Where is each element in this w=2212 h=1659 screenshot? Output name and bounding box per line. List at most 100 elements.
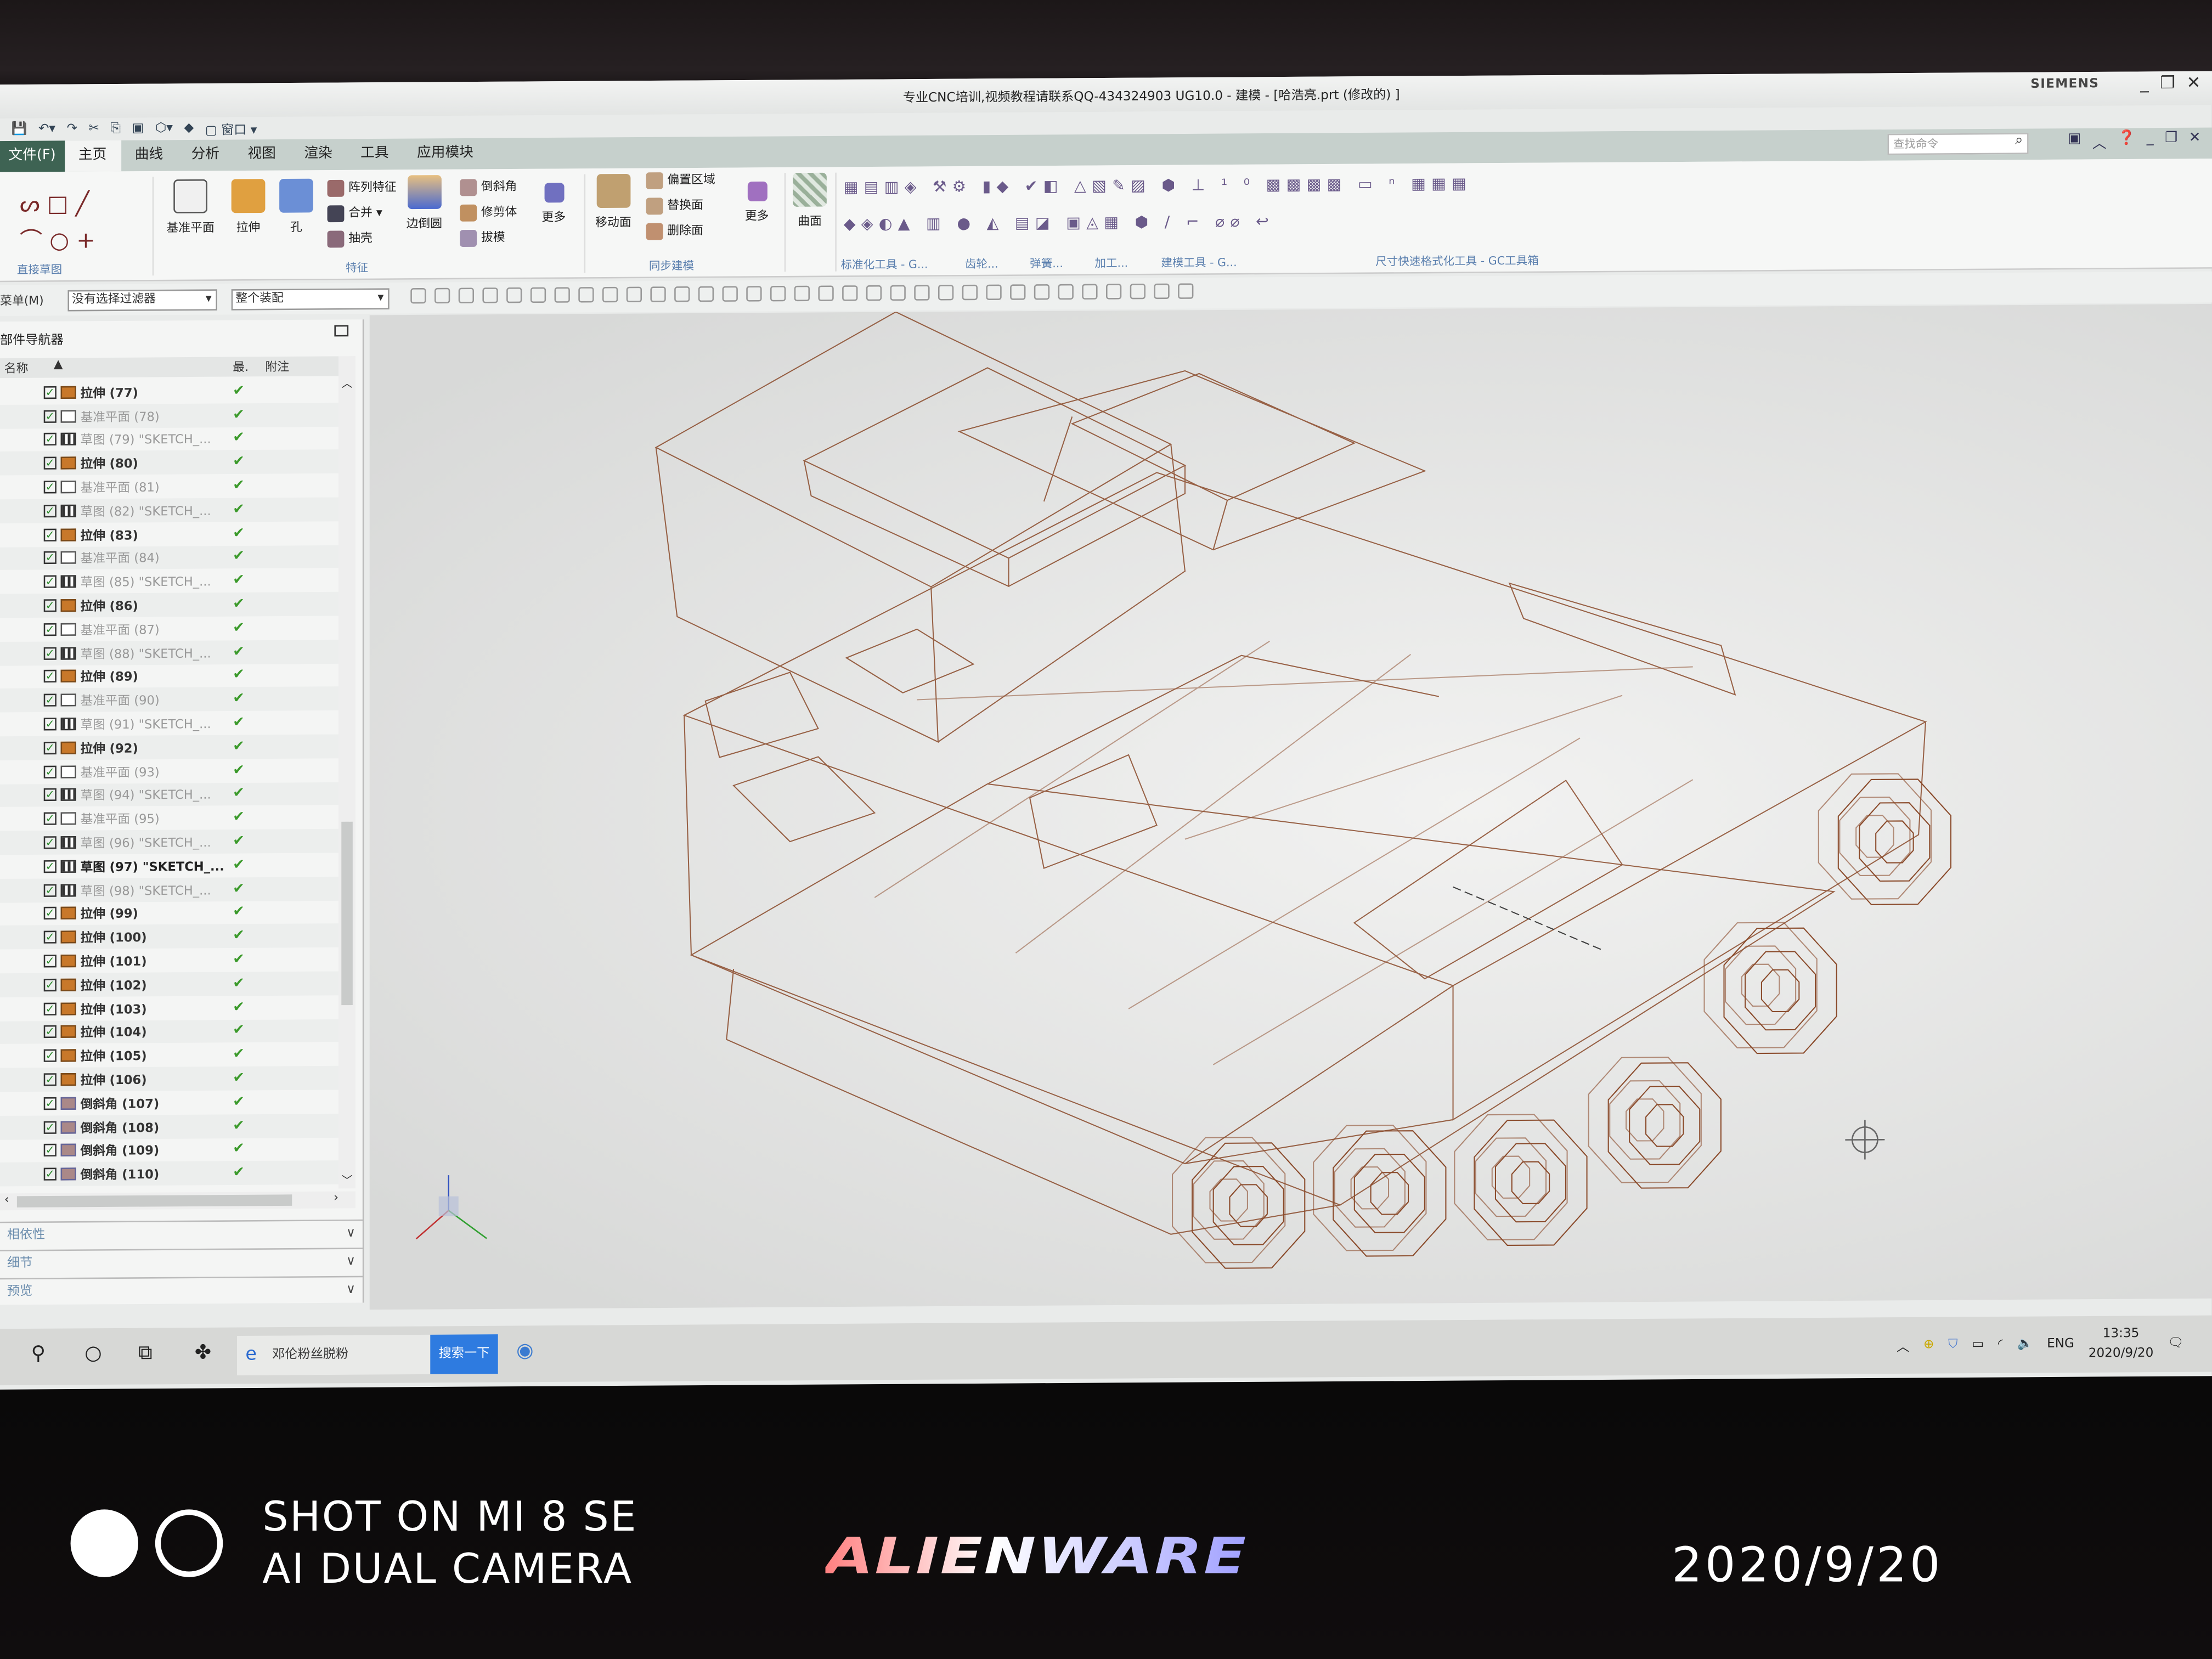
tree-node-sketch[interactable]: ✓ 草图 (88) "SKETCH_... ✔	[0, 639, 339, 665]
shell-button[interactable]: 抽壳	[327, 226, 397, 252]
tree-node-datum[interactable]: ✓ 基准平面 (93) ✔	[0, 758, 338, 784]
tree-node-datum[interactable]: ✓ 基准平面 (81) ✔	[0, 473, 338, 499]
visibility-checkbox[interactable]: ✓	[43, 1167, 57, 1181]
visibility-checkbox[interactable]: ✓	[43, 741, 57, 754]
tab-tools[interactable]: 工具	[346, 139, 403, 170]
tree-node-extrude[interactable]: ✓ 拉伸 (99) ✔	[0, 900, 338, 926]
tab-view[interactable]: 视图	[234, 139, 290, 171]
clock[interactable]: 13:35 2020/9/20	[2089, 1324, 2154, 1364]
visibility-checkbox[interactable]: ✓	[43, 481, 57, 494]
tab-curve[interactable]: 曲线	[121, 140, 177, 171]
visibility-checkbox[interactable]: ✓	[43, 1144, 57, 1158]
paste-icon[interactable]: ▣	[132, 122, 144, 136]
tree-node-datum[interactable]: ✓ 基准平面 (90) ✔	[0, 686, 339, 713]
visibility-checkbox[interactable]: ✓	[43, 1049, 57, 1063]
tree-node-extrude[interactable]: ✓ 拉伸 (86) ✔	[0, 592, 339, 618]
tree-node-chamfer[interactable]: ✓ 倒斜角 (107) ✔	[0, 1090, 338, 1115]
tab-applications[interactable]: 应用模块	[403, 138, 487, 170]
panel-preview[interactable]: 预览 ∨	[0, 1276, 364, 1304]
selection-filter-dropdown[interactable]: 没有选择过滤器	[67, 289, 217, 311]
delete-face-button[interactable]: 删除面	[646, 218, 715, 244]
tree-node-chamfer[interactable]: ✓ 倒斜角 (108) ✔	[0, 1113, 339, 1139]
rectangle-icon[interactable]: □	[47, 190, 69, 217]
tree-node-extrude[interactable]: ✓ 拉伸 (105) ✔	[0, 1042, 338, 1068]
tree-node-extrude[interactable]: ✓ 拉伸 (103) ✔	[0, 995, 338, 1020]
panel-details[interactable]: 细节 ∨	[0, 1248, 364, 1276]
show-hidden-icons[interactable]: ︿	[1897, 1336, 1909, 1355]
tree-node-sketch[interactable]: ✓ 草图 (96) "SKETCH_... ✔	[0, 829, 339, 855]
save-icon[interactable]: 💾	[12, 122, 27, 137]
visibility-checkbox[interactable]: ✓	[43, 883, 57, 896]
tab-render[interactable]: 渲染	[290, 139, 347, 170]
browser-app-icon[interactable]: ◉	[516, 1340, 533, 1362]
column-uptodate[interactable]: 最.	[233, 358, 249, 375]
shield-icon[interactable]: ⛉	[1948, 1338, 1957, 1352]
visibility-checkbox[interactable]: ✓	[43, 551, 57, 565]
graphics-viewport[interactable]	[369, 303, 2212, 1310]
more-features-button[interactable]: 更多	[541, 183, 566, 225]
visibility-checkbox[interactable]: ✓	[43, 931, 57, 944]
chamfer-button[interactable]: 倒斜角	[460, 174, 517, 200]
touch-mode-icon[interactable]: ◆	[184, 122, 194, 136]
hscroll-thumb[interactable]	[16, 1194, 292, 1207]
visibility-checkbox[interactable]: ✓	[43, 1097, 57, 1110]
tree-node-extrude[interactable]: ✓ 拉伸 (83) ✔	[0, 521, 338, 547]
minimize-doc-button[interactable]: _	[2147, 131, 2154, 152]
tree-node-sketch[interactable]: ✓ 草图 (82) "SKETCH_... ✔	[0, 497, 339, 523]
security-app-icon[interactable]: ⊕	[1923, 1338, 1934, 1352]
visibility-checkbox[interactable]: ✓	[43, 694, 57, 707]
redo-icon[interactable]: ↷	[67, 122, 77, 137]
cut-icon[interactable]: ✂	[89, 122, 99, 137]
tree-node-extrude[interactable]: ✓ 拉伸 (100) ✔	[0, 923, 339, 950]
visibility-checkbox[interactable]: ✓	[43, 788, 57, 802]
visibility-checkbox[interactable]: ✓	[43, 860, 57, 873]
vertical-scrollbar[interactable]: ︿ ﹀	[338, 356, 356, 1189]
layout-icon[interactable]: ▣	[2068, 131, 2081, 153]
command-search-input[interactable]: 查找命令	[1887, 133, 2029, 155]
surface-button[interactable]: 曲面	[793, 172, 827, 229]
tree-node-datum[interactable]: ✓ 基准平面 (78) ✔	[0, 402, 339, 428]
gc-toolkit-icons[interactable]: ▦▤▥◈ ⚒⚙ ▮◆ ✔◧ △▧✎▨ ⬢ ⊥ ¹ ⁰ ▩▩▩▩ ▭ ⁿ ▦▦▦ ◆…	[844, 166, 1472, 243]
maximize-icon[interactable]	[334, 325, 349, 337]
tree-node-sketch[interactable]: ✓ 草图 (85) "SKETCH_... ✔	[0, 568, 338, 594]
visibility-checkbox[interactable]: ✓	[43, 504, 57, 517]
visibility-checkbox[interactable]: ✓	[43, 718, 57, 731]
selection-scope-dropdown[interactable]: 整个装配	[231, 287, 390, 310]
restore-doc-button[interactable]: ❐	[2165, 131, 2177, 152]
undo-icon[interactable]: ↶▾	[38, 122, 55, 137]
horizontal-scrollbar[interactable]: ‹ ›	[0, 1191, 356, 1211]
scroll-thumb[interactable]	[341, 821, 353, 1006]
window-menu[interactable]: ▢ 窗口 ▾	[205, 119, 257, 138]
cortana-icon[interactable]: ○	[84, 1342, 101, 1365]
volume-icon[interactable]: 🔈	[2017, 1338, 2033, 1352]
tree-node-extrude[interactable]: ✓ 拉伸 (102) ✔	[0, 971, 339, 997]
line-icon[interactable]: ╱	[76, 190, 89, 217]
close-button[interactable]: ✕	[2187, 72, 2201, 92]
tab-analysis[interactable]: 分析	[177, 140, 234, 171]
visibility-checkbox[interactable]: ✓	[43, 670, 57, 684]
collapse-ribbon-icon[interactable]: ︿	[2092, 131, 2107, 152]
snap-toolbar[interactable]	[407, 283, 1198, 308]
visibility-checkbox[interactable]: ✓	[43, 978, 57, 991]
trim-body-button[interactable]: 修剪体	[460, 200, 517, 226]
visibility-checkbox[interactable]: ✓	[43, 528, 57, 541]
visibility-checkbox[interactable]: ✓	[43, 955, 57, 968]
nx-app-icon[interactable]: ✤	[195, 1342, 211, 1364]
offset-region-button[interactable]: 偏置区域	[646, 168, 715, 194]
notification-icon[interactable]: 🗨	[2168, 1337, 2183, 1351]
visibility-checkbox[interactable]: ✓	[43, 623, 57, 636]
minimize-button[interactable]: _	[2140, 73, 2148, 93]
visibility-checkbox[interactable]: ✓	[43, 1120, 57, 1133]
menu-button[interactable]: 菜单(M)	[0, 292, 62, 309]
visibility-checkbox[interactable]: ✓	[43, 765, 57, 778]
web-search-button[interactable]: 搜索一下	[430, 1334, 498, 1374]
tree-node-extrude[interactable]: ✓ 拉伸 (89) ✔	[0, 663, 338, 689]
edge-blend-button[interactable]: 边倒圆	[407, 175, 442, 232]
visibility-checkbox[interactable]: ✓	[43, 433, 57, 447]
tree-node-datum[interactable]: ✓ 基准平面 (87) ✔	[0, 616, 338, 641]
visibility-checkbox[interactable]: ✓	[43, 646, 57, 660]
tree-node-sketch[interactable]: ✓ 草图 (98) "SKETCH_... ✔	[0, 876, 339, 902]
draft-button[interactable]: 拔模	[460, 225, 517, 251]
column-name[interactable]: 名称	[4, 359, 29, 377]
visibility-checkbox[interactable]: ✓	[43, 907, 57, 921]
